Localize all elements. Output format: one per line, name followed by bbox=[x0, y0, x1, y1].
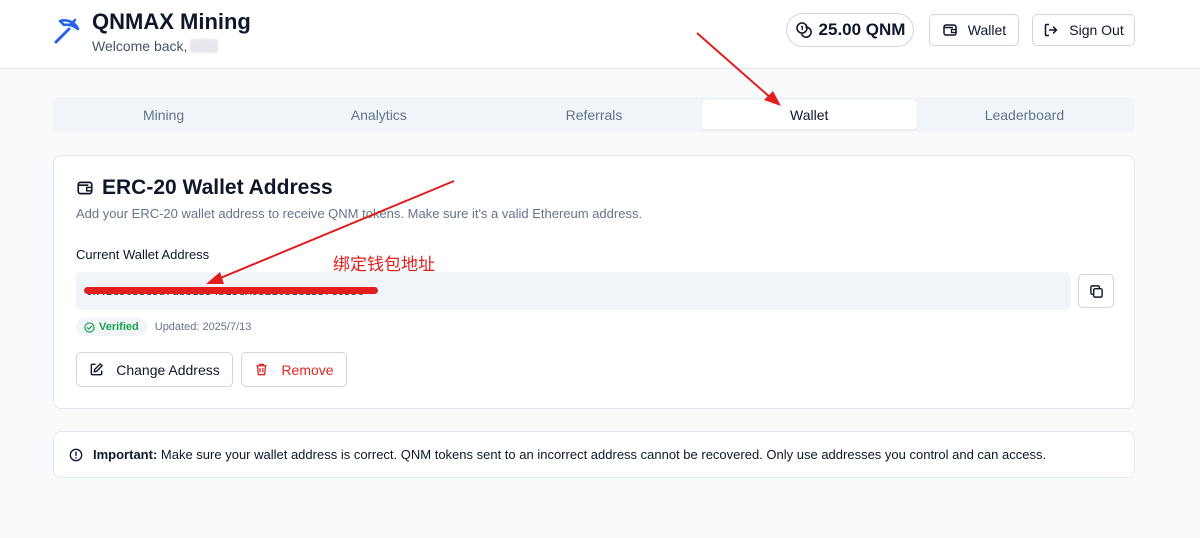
updated-timestamp: Updated: 2025/7/13 bbox=[154, 321, 252, 333]
wallet-button[interactable]: Wallet bbox=[929, 14, 1019, 46]
balance-value: 25.00 QNM bbox=[818, 20, 906, 39]
verified-badge: Verified bbox=[76, 318, 147, 336]
info-alert-icon bbox=[69, 448, 83, 461]
copy-icon bbox=[1089, 284, 1103, 298]
tab-wallet[interactable]: Wallet bbox=[701, 100, 917, 129]
tab-mining[interactable]: Mining bbox=[56, 100, 271, 129]
edit-icon bbox=[90, 363, 104, 376]
wallet-address-card: ERC-20 Wallet Address Add your ERC-20 wa… bbox=[53, 155, 1135, 409]
brand-text: QNMAX Mining Welcome back, bbox=[92, 9, 251, 55]
username-blurred bbox=[190, 39, 219, 53]
tab-referrals[interactable]: Referrals bbox=[486, 100, 701, 129]
notice-body: Make sure your wallet address is correct… bbox=[160, 447, 1047, 462]
main-tabs: Mining Analytics Referrals Wallet Leader… bbox=[53, 97, 1135, 132]
copy-address-button[interactable] bbox=[1078, 274, 1114, 308]
wallet-button-label: Wallet bbox=[967, 22, 1007, 38]
status-row: Verified Updated: 2025/7/13 bbox=[76, 318, 251, 336]
check-circle-icon bbox=[84, 321, 95, 333]
notice-text: Important: Make sure your wallet address… bbox=[93, 447, 1046, 462]
welcome-label: Welcome back, bbox=[92, 38, 188, 54]
notice-strong: Important: bbox=[93, 447, 158, 462]
change-address-label: Change Address bbox=[116, 361, 220, 378]
log-out-icon bbox=[1045, 23, 1058, 37]
app-title: QNMAX Mining bbox=[92, 9, 251, 34]
trash-icon bbox=[256, 363, 268, 376]
change-address-button[interactable]: Change Address bbox=[76, 352, 233, 387]
sign-out-label: Sign Out bbox=[1069, 22, 1124, 38]
brand: QNMAX Mining Welcome back, bbox=[52, 10, 251, 54]
card-description: Add your ERC-20 wallet address to receiv… bbox=[76, 206, 643, 221]
balance-badge: 25.00 QNM bbox=[786, 13, 914, 47]
wallet-icon bbox=[943, 24, 957, 36]
redaction-mark bbox=[84, 287, 378, 294]
tab-analytics[interactable]: Analytics bbox=[271, 100, 486, 129]
pickaxe-icon bbox=[54, 18, 80, 44]
verified-label: Verified bbox=[99, 321, 139, 333]
important-notice: Important: Make sure your wallet address… bbox=[53, 431, 1135, 478]
top-header: QNMAX Mining Welcome back, 25.00 QNM Wal… bbox=[0, 0, 1200, 69]
wallet-icon bbox=[77, 181, 93, 195]
wallet-address-field[interactable]: 0x42e5033d5b7abb1354513eA0b2E631e1337e65… bbox=[76, 272, 1071, 310]
current-wallet-label: Current Wallet Address bbox=[76, 247, 210, 262]
welcome-text: Welcome back, bbox=[92, 38, 251, 54]
annotation-label: 绑定钱包地址 bbox=[333, 255, 435, 274]
sign-out-button[interactable]: Sign Out bbox=[1032, 14, 1135, 46]
card-title: ERC-20 Wallet Address bbox=[76, 176, 333, 200]
card-title-text: ERC-20 Wallet Address bbox=[102, 176, 333, 199]
tab-leaderboard[interactable]: Leaderboard bbox=[917, 100, 1132, 129]
remove-label: Remove bbox=[281, 361, 334, 378]
coins-icon bbox=[795, 22, 812, 38]
remove-button[interactable]: Remove bbox=[241, 352, 347, 387]
